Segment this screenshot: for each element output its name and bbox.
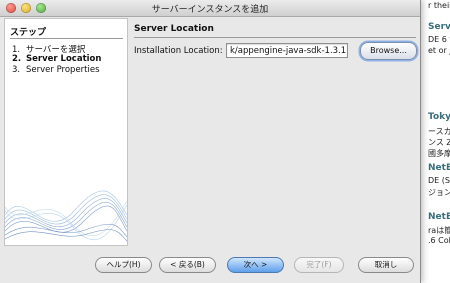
back-button[interactable]: < 戻る(B) (159, 257, 216, 273)
panel-title: Server Location (134, 24, 214, 34)
bg-text: raは簡 (428, 226, 450, 235)
next-button[interactable]: 次へ > (227, 257, 284, 273)
steps-divider (10, 38, 123, 39)
steps-panel: ステップ 1. サーバーを選択 2. Server Location 3. Serve… (4, 18, 128, 246)
browse-button[interactable]: Browse... (360, 42, 417, 60)
finish-button[interactable]: 完了(F) (294, 257, 344, 273)
panel-divider (134, 37, 416, 38)
window-title: サーバーインスタンスを追加 (151, 5, 269, 15)
bg-heading[interactable]: Services (428, 22, 450, 32)
step-item-server-properties: 3. Server Properties (12, 65, 100, 75)
steps-title: ステップ (10, 28, 47, 38)
window-titlebar[interactable]: サーバーインスタンスを追加 (0, 0, 420, 17)
bg-text: et or JS (428, 46, 450, 55)
step-number: 2. (12, 54, 22, 64)
installation-location-input[interactable]: k/appengine-java-sdk-1.3.1 (226, 43, 348, 58)
bg-text: ジョン (428, 188, 450, 197)
bg-text: DE 6 to (428, 35, 450, 44)
bg-text: r their (428, 1, 450, 10)
step-label: Server Properties (26, 65, 100, 75)
step-label: Server Location (26, 54, 102, 64)
add-server-instance-dialog: サーバーインスタンスを追加 ステップ 1. サーバーを選択 2. Server Lo… (0, 0, 421, 283)
bg-text: .6 Cob (428, 236, 450, 245)
step-item-server-location: 2. Server Location (12, 54, 101, 64)
bg-heading[interactable]: NetBea (428, 163, 450, 173)
bg-text: ースカ (428, 127, 450, 136)
bg-heading[interactable]: Tokyo (428, 112, 450, 122)
installation-location-label: Installation Location: (134, 46, 223, 56)
wizard-content-panel: Server Location Installation Location: k… (128, 18, 417, 244)
bg-text: DE (Sof (428, 176, 450, 185)
decorative-wave-graphic (5, 190, 127, 242)
bg-text: ンス Z (428, 138, 450, 147)
bg-text: 國多摩モ (428, 149, 450, 158)
bg-heading[interactable]: NetBea (428, 212, 450, 222)
help-button[interactable]: ヘルプ(H) (95, 257, 152, 273)
cancel-button[interactable]: 取消し (358, 257, 414, 273)
step-number: 3. (12, 65, 21, 75)
